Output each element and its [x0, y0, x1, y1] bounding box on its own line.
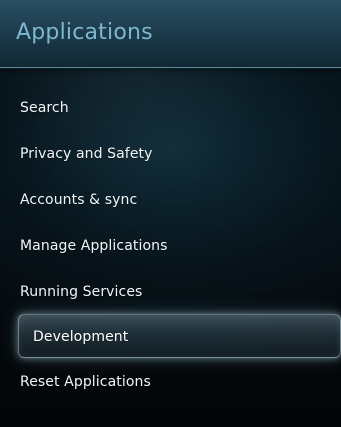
menu-item-reset-applications[interactable]: Reset Applications: [0, 358, 341, 404]
menu-item-search[interactable]: Search: [0, 84, 341, 130]
applications-screen: Applications Search Privacy and Safety A…: [0, 0, 341, 427]
menu-item-label: Search: [20, 100, 69, 116]
menu-item-label: Manage Applications: [20, 238, 168, 254]
menu-item-label: Privacy and Safety: [20, 146, 153, 162]
menu-item-accounts-and-sync[interactable]: Accounts & sync: [0, 176, 341, 222]
menu-item-label: Reset Applications: [20, 374, 151, 390]
applications-menu: Search Privacy and Safety Accounts & syn…: [0, 84, 341, 406]
menu-item-development[interactable]: Development: [18, 314, 341, 358]
page-title: Applications: [16, 20, 153, 45]
menu-item-privacy-and-safety[interactable]: Privacy and Safety: [0, 130, 341, 176]
applications-header: Applications: [0, 0, 341, 68]
menu-item-label: Accounts & sync: [20, 192, 138, 208]
menu-item-label: Running Services: [20, 284, 143, 300]
menu-item-running-services[interactable]: Running Services: [0, 268, 341, 314]
menu-item-label: Development: [33, 329, 129, 345]
menu-item-manage-applications[interactable]: Manage Applications: [0, 222, 341, 268]
